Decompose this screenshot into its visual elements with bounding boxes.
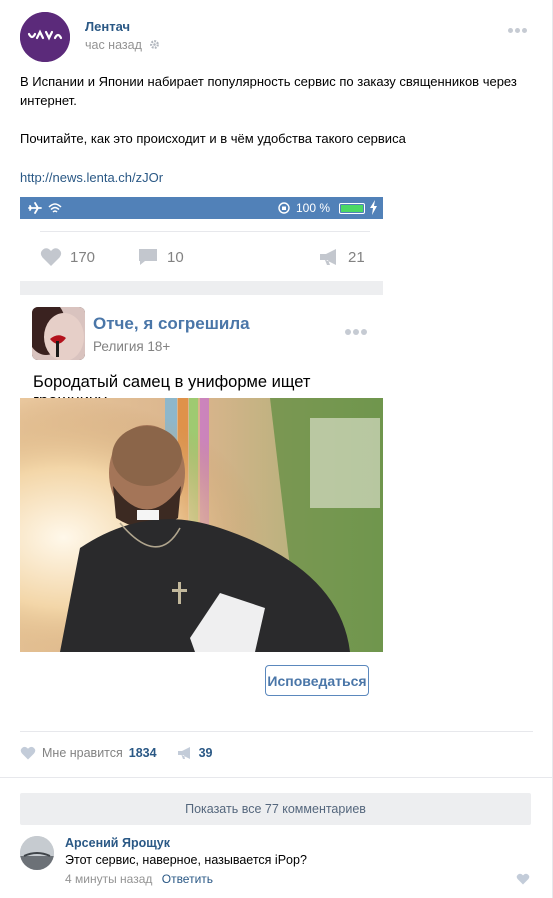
like-label: Мне нравится: [42, 746, 123, 760]
like-button[interactable]: Мне нравится 1834: [20, 746, 157, 760]
group-avatar[interactable]: [20, 12, 70, 62]
screenshot-comment: 10: [137, 247, 184, 267]
heart-icon: [20, 746, 36, 760]
reply-link[interactable]: Ответить: [162, 872, 213, 886]
share-count: 39: [198, 746, 213, 760]
show-all-comments-button[interactable]: Показать все 77 комментариев: [20, 793, 531, 825]
divider: [40, 231, 370, 232]
screenshot-like-count: 170: [70, 248, 96, 266]
bolt-icon: [370, 200, 377, 215]
comment-author[interactable]: Арсений Ярощук: [65, 836, 170, 850]
screenshot-repost-count: 21: [348, 248, 365, 266]
divider: [20, 281, 383, 295]
megaphone-icon: [320, 249, 336, 265]
post-time-text[interactable]: час назад: [85, 38, 142, 52]
megaphone-icon: [177, 747, 190, 759]
comment-icon: [139, 249, 157, 265]
wifi-icon: [48, 203, 62, 213]
confess-button[interactable]: Исповедаться: [265, 665, 369, 696]
post-link[interactable]: http://news.lenta.ch/zJOr: [20, 170, 163, 185]
post-time[interactable]: час назад: [85, 38, 160, 52]
inner-post-avatar: [32, 307, 85, 360]
phone-status-bar: 100 %: [20, 197, 383, 219]
more-icon[interactable]: [508, 20, 530, 33]
rotation-lock-icon: [278, 202, 290, 214]
battery-percent: 100 %: [296, 201, 331, 215]
inner-post-subtitle: Религия 18+: [93, 339, 171, 354]
like-count: 1834: [128, 746, 157, 760]
share-button[interactable]: 39: [177, 746, 213, 760]
comment-avatar[interactable]: [20, 836, 54, 870]
comment-meta: 4 минуты назад Ответить: [65, 872, 213, 886]
post-text-paragraph: Почитайте, как это происходит и в чём уд…: [20, 131, 406, 146]
screenshot-actions: 170 10 21: [40, 241, 370, 271]
battery-icon: [339, 203, 365, 214]
lips-image: [32, 307, 85, 360]
wall-post: Лентач час назад В Испании и Японии наби…: [0, 0, 553, 898]
heart-icon[interactable]: [516, 873, 530, 885]
screenshot-repost: 21: [318, 247, 365, 267]
priest-image: [20, 398, 383, 652]
heart-icon: [40, 248, 62, 266]
post-text-paragraph: В Испании и Японии набирает популярность…: [20, 74, 517, 108]
lentach-logo: [20, 12, 70, 62]
inner-post-title: Отче, я согрешила: [93, 314, 250, 333]
post-text: В Испании и Японии набирает популярность…: [20, 72, 535, 167]
screenshot-like: 170: [40, 247, 95, 267]
gear-icon: [150, 40, 160, 49]
screenshot-comment-count: 10: [167, 248, 184, 266]
divider: [20, 731, 533, 732]
avatar-image: [20, 836, 54, 870]
airplane-icon: [28, 202, 42, 214]
priest-photo: [20, 398, 383, 652]
post-author[interactable]: Лентач: [85, 19, 130, 34]
comment-time[interactable]: 4 минуты назад: [65, 872, 152, 886]
comment-text: Этот сервис, наверное, называется iPop?: [65, 853, 307, 867]
more-icon: [345, 322, 369, 335]
post-actions: Мне нравится 1834 39: [20, 742, 213, 764]
attached-screenshot[interactable]: 100 % 170 10 21 Отче, я согрешила Религи…: [20, 197, 383, 652]
divider: [0, 777, 552, 778]
